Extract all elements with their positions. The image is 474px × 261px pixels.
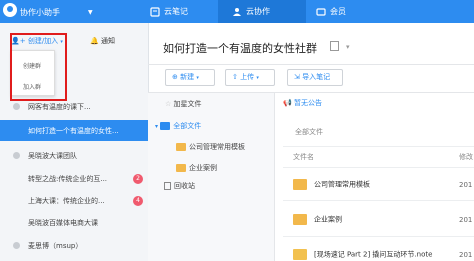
- folder-icon: [293, 214, 307, 225]
- group-avatar: [13, 103, 20, 110]
- star-icon: ☆: [165, 100, 172, 108]
- new-button[interactable]: ⊕ 新建 ▾: [165, 69, 215, 86]
- column-header-modified[interactable]: 修改: [459, 152, 473, 162]
- announcement[interactable]: 📢 暂无公告: [283, 98, 322, 108]
- folder-icon: [293, 179, 307, 190]
- notes-icon: [150, 6, 160, 17]
- divider: [283, 146, 474, 147]
- chevron-down-icon[interactable]: ▾: [346, 43, 350, 51]
- file-date: 201: [459, 181, 473, 189]
- top-bar: 协作小助手 ▼ 云笔记 云协作 会员: [0, 0, 474, 23]
- tree-item-recycle[interactable]: 回收站: [164, 181, 195, 191]
- import-icon: ⇲: [294, 73, 300, 81]
- file-date: 201: [459, 251, 473, 259]
- edit-icon[interactable]: [330, 41, 339, 51]
- list-item[interactable]: 麦思博（msup）: [0, 235, 148, 256]
- folder-icon: [176, 143, 186, 151]
- plus-icon: ⊕: [172, 73, 178, 81]
- folder-tree: [148, 93, 275, 261]
- table-row[interactable]: 公司管理常用模板: [293, 179, 370, 190]
- tree-item-folder[interactable]: 公司管理常用模板: [176, 142, 245, 152]
- tree-item-folder[interactable]: 企业案例: [176, 163, 217, 173]
- group-avatar: [13, 152, 20, 159]
- user-avatar-icon[interactable]: [3, 3, 17, 17]
- vip-icon: [316, 7, 326, 16]
- table-row[interactable]: 企业案例: [293, 214, 342, 225]
- folder-icon: [176, 164, 186, 172]
- table-row[interactable]: [现场速记 Part 2] 撬问互动环节.note: [293, 249, 432, 260]
- divider: [283, 236, 474, 237]
- trash-icon: [164, 182, 171, 190]
- list-item[interactable]: 吴晓波大课团队: [0, 145, 148, 166]
- list-item[interactable]: 上海大课：传统企业的... 4: [0, 190, 148, 211]
- unread-badge: 4: [133, 196, 143, 206]
- list-item-selected[interactable]: 如何打造一个有温度的女性...: [0, 120, 148, 141]
- megaphone-icon: 📢: [283, 99, 292, 107]
- breadcrumb[interactable]: 全部文件: [295, 127, 323, 137]
- notify-button[interactable]: 🔔 通知: [90, 36, 115, 46]
- column-header-name[interactable]: 文件名: [293, 152, 314, 162]
- page-title: 如何打造一个有温度的女性社群: [163, 42, 317, 55]
- unread-badge: 2: [133, 174, 143, 184]
- collab-icon: [233, 7, 241, 16]
- chevron-down-icon[interactable]: ▼: [88, 9, 93, 16]
- folder-icon: [160, 122, 171, 130]
- list-item[interactable]: 吴晓波百媒体电商大课: [0, 212, 148, 233]
- app-name[interactable]: 协作小助手: [20, 7, 60, 18]
- upload-button[interactable]: ⇧ 上传 ▾: [225, 69, 275, 86]
- starred-files[interactable]: ☆ 加星文件: [165, 99, 202, 109]
- import-notes-button[interactable]: ⇲ 导入笔记: [287, 69, 343, 86]
- divider: [283, 200, 474, 201]
- note-icon: [293, 249, 307, 260]
- upload-icon: ⇧: [232, 73, 238, 81]
- tab-vip[interactable]: 会员: [316, 0, 376, 23]
- tab-collab[interactable]: 云协作: [218, 0, 306, 23]
- group-avatar: [13, 242, 20, 249]
- tree-item-all-files[interactable]: ▾ 全部文件: [155, 121, 201, 131]
- divider: [148, 64, 474, 65]
- highlight-box: [10, 33, 67, 101]
- divider: [283, 167, 474, 168]
- bell-icon: 🔔: [90, 37, 99, 45]
- list-item[interactable]: 转型之战:传统企业的互... 2: [0, 168, 148, 189]
- file-date: 201: [459, 216, 473, 224]
- tab-notes[interactable]: 云笔记: [150, 0, 220, 23]
- chevron-down-icon: ▾: [155, 123, 159, 130]
